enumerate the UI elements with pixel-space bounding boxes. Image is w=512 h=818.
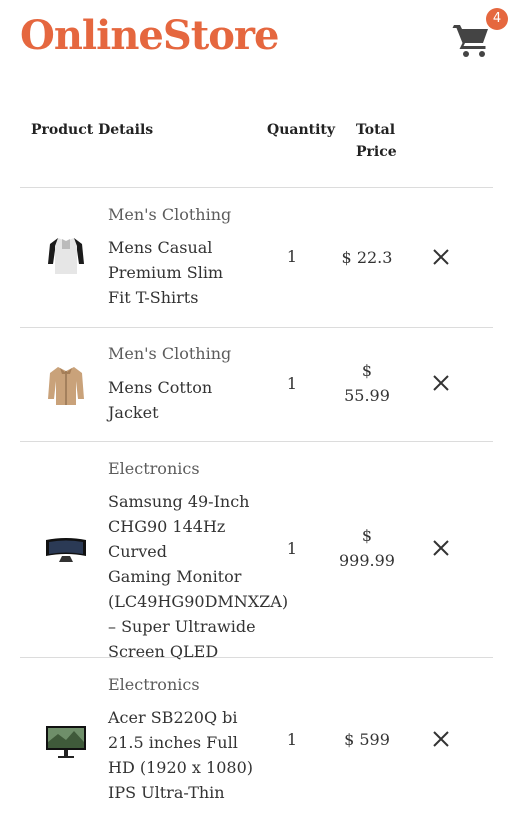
item-title[interactable]: Acer SB220Q bi 21.5 inches Full HD (1920… — [108, 705, 283, 805]
column-header-product: Product Details — [31, 122, 154, 138]
item-quantity: 1 — [286, 539, 298, 558]
column-header-total-line1: Total — [356, 122, 396, 138]
item-price-line: 55.99 — [344, 386, 390, 405]
item-category: Electronics — [108, 675, 200, 694]
item-title-line: – Super Ultrawide — [108, 617, 256, 636]
cart-item-row: Electronics Samsung 49-Inch CHG90 144Hz … — [20, 442, 493, 661]
cart-item-row: Electronics Acer SB220Q bi 21.5 inches F… — [20, 658, 493, 818]
remove-item-button[interactable] — [430, 728, 452, 750]
remove-item-button[interactable] — [430, 537, 452, 559]
cart-item-row: Men's Clothing Mens Cotton Jacket 1 $ 55… — [20, 328, 493, 442]
item-category: Men's Clothing — [108, 205, 232, 224]
item-title-line: (LC49HG90DMNXZA) — [108, 592, 289, 611]
item-title-line: HD (1920 x 1080) — [108, 758, 253, 777]
close-icon — [433, 249, 449, 265]
item-total-price: $ 599 — [336, 727, 398, 752]
item-quantity: 1 — [286, 730, 298, 749]
item-title-line: Samsung 49-Inch — [108, 492, 250, 511]
cart-item-row: Men's Clothing Mens Casual Premium Slim … — [20, 188, 493, 328]
item-total-price: $ 22.3 — [336, 245, 398, 270]
cart-count-badge: 4 — [486, 8, 508, 30]
item-title-line: IPS Ultra-Thin — [108, 783, 225, 802]
remove-item-button[interactable] — [430, 246, 452, 268]
item-price-line: $ 599 — [344, 730, 390, 749]
close-icon — [433, 731, 449, 747]
item-title[interactable]: Mens Cotton Jacket — [108, 375, 283, 425]
jacket-image — [44, 363, 88, 407]
close-icon — [433, 375, 449, 391]
column-header-total-price: Total Price — [356, 119, 408, 163]
item-price-line: 999.99 — [339, 551, 395, 570]
column-header-quantity: Quantity — [267, 122, 336, 138]
cart-table-header: Product Details Quantity Total Price — [20, 118, 493, 188]
remove-item-button[interactable] — [430, 372, 452, 394]
item-category: Men's Clothing — [108, 344, 232, 363]
item-title-line: Mens Casual — [108, 238, 213, 257]
item-price-line: $ — [361, 526, 373, 545]
brand-logo[interactable]: OnlineStore — [20, 12, 279, 59]
item-title[interactable]: Samsung 49-Inch CHG90 144Hz Curved Gamin… — [108, 489, 289, 664]
item-title-line: Gaming Monitor — [108, 567, 242, 586]
item-title-line: Jacket — [108, 403, 159, 422]
shopping-cart-icon — [452, 25, 492, 64]
monitor-image — [44, 718, 88, 762]
item-price-line: $ — [361, 361, 373, 380]
item-price-line: $ 22.3 — [341, 248, 393, 267]
item-title-line: Mens Cotton — [108, 378, 213, 397]
item-title-line: 21.5 inches Full — [108, 733, 238, 752]
item-title-line: CHG90 144Hz Curved — [108, 517, 226, 561]
item-total-price: $ 55.99 — [336, 358, 398, 408]
item-title-line: Fit T-Shirts — [108, 288, 199, 307]
item-title-line: Acer SB220Q bi — [108, 708, 238, 727]
column-header-total-line2: Price — [356, 144, 397, 160]
item-category: Electronics — [108, 459, 200, 478]
item-quantity: 1 — [286, 374, 298, 393]
item-title[interactable]: Mens Casual Premium Slim Fit T-Shirts — [108, 235, 283, 310]
item-total-price: $ 999.99 — [336, 523, 398, 573]
tshirt-image — [44, 234, 88, 278]
close-icon — [433, 540, 449, 556]
ultrawide-monitor-image — [44, 526, 88, 570]
cart-button[interactable]: 4 — [452, 8, 508, 64]
item-title-line: Premium Slim — [108, 263, 224, 282]
header: OnlineStore 4 — [0, 0, 512, 90]
item-quantity: 1 — [286, 247, 298, 266]
